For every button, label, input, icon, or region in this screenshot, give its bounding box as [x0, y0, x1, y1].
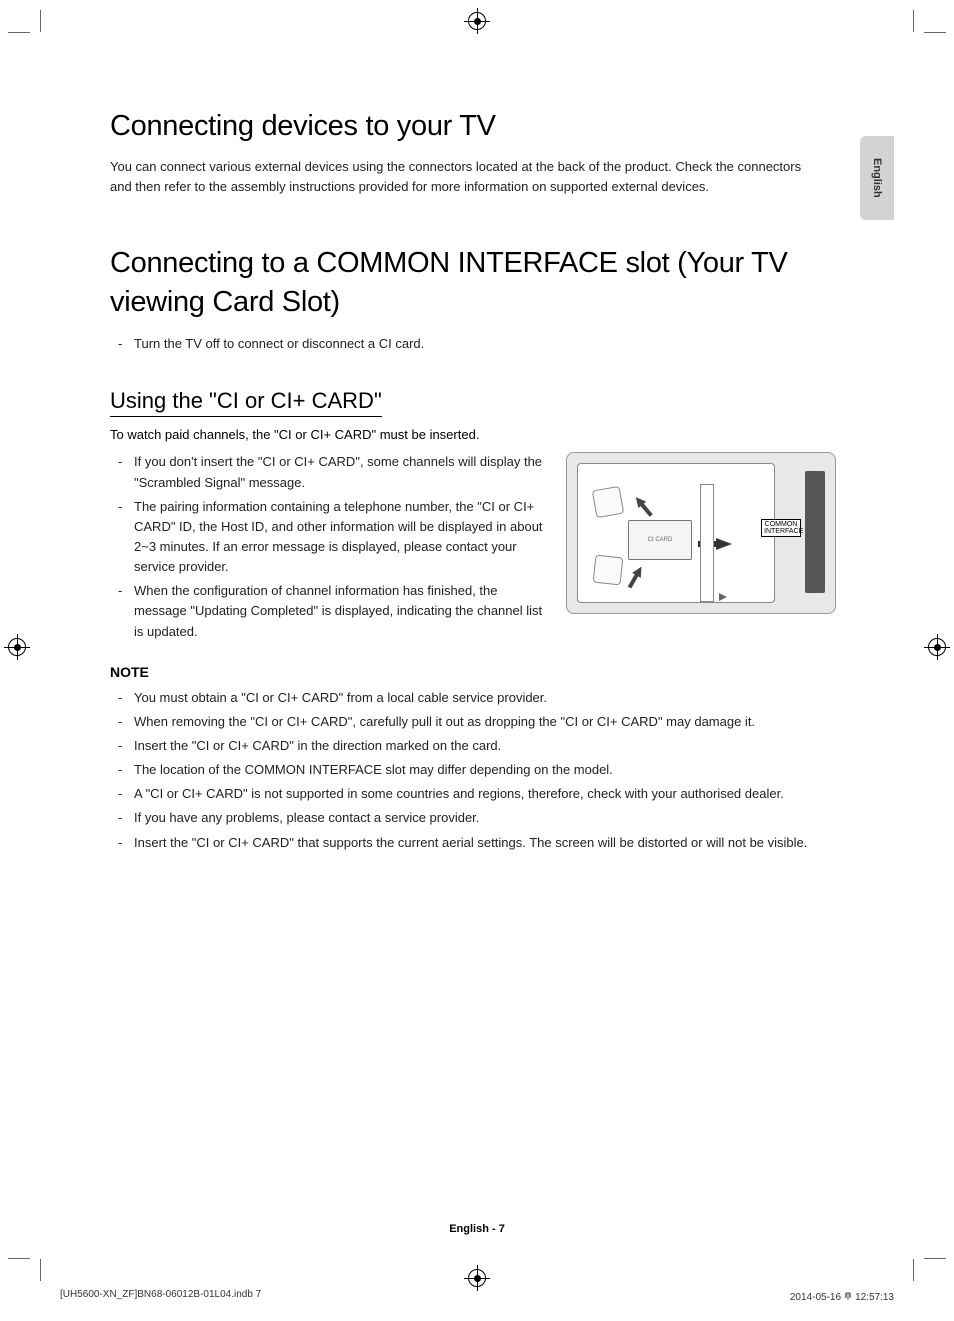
figure-panel: CI CARD	[577, 463, 775, 603]
list-item: If you have any problems, please contact…	[118, 808, 844, 828]
crop-mark	[8, 32, 30, 33]
print-timestamp: 2014-05-16 𐄷 12:57:13	[790, 1289, 894, 1303]
registration-mark-icon	[8, 638, 26, 656]
ci-usage-list: If you don't insert the "CI or CI+ CARD"…	[110, 452, 550, 641]
arrow-right-icon	[716, 538, 732, 550]
slot-graphic	[700, 484, 714, 602]
page-content: Connecting devices to your TV You can co…	[60, 60, 894, 1241]
crop-mark	[913, 1259, 914, 1281]
subheading-using-ci-card: Using the "CI or CI+ CARD"	[110, 388, 382, 417]
arrow-icon	[632, 565, 646, 579]
arrow-icon	[632, 494, 646, 508]
list-item: If you don't insert the "CI or CI+ CARD"…	[118, 452, 550, 492]
registration-mark-icon	[468, 1269, 486, 1287]
print-file-name: [UH5600-XN_ZF]BN68-06012B-01L04.indb 7	[60, 1289, 261, 1303]
list-item: You must obtain a "CI or CI+ CARD" from …	[118, 688, 844, 708]
list-item: Insert the "CI or CI+ CARD" in the direc…	[118, 736, 844, 756]
sub-intro-text: To watch paid channels, the "CI or CI+ C…	[110, 427, 844, 442]
registration-mark-icon	[468, 12, 486, 30]
registration-mark-icon	[928, 638, 946, 656]
arrow-right-icon	[719, 593, 727, 601]
list-item: Insert the "CI or CI+ CARD" that support…	[118, 833, 844, 853]
heading-connecting-devices: Connecting devices to your TV	[110, 110, 844, 143]
list-item: The location of the COMMON INTERFACE slo…	[118, 760, 844, 780]
page-number-footer: English - 7	[0, 1223, 954, 1235]
list-item: A "CI or CI+ CARD" is not supported in s…	[118, 784, 844, 804]
crop-mark	[913, 10, 914, 32]
crop-mark	[40, 10, 41, 32]
intro-paragraph: You can connect various external devices…	[110, 157, 810, 196]
ci-card-insertion-figure: CI CARD COMMON INTERFACE	[566, 452, 836, 614]
ci-card-graphic: CI CARD	[628, 520, 692, 560]
ci-card-label: CI CARD	[648, 537, 673, 543]
hand-icon	[592, 486, 624, 518]
heading-common-interface: Connecting to a COMMON INTERFACE slot (Y…	[110, 244, 840, 322]
list-item: When removing the "CI or CI+ CARD", care…	[118, 712, 844, 732]
note-heading: NOTE	[110, 664, 844, 680]
crop-mark	[924, 1258, 946, 1259]
list-item: The pairing information containing a tel…	[118, 497, 550, 578]
list-item: When the configuration of channel inform…	[118, 581, 550, 641]
hand-icon	[593, 555, 624, 586]
ci-precaution-list: Turn the TV off to connect or disconnect…	[110, 334, 844, 354]
print-footer: [UH5600-XN_ZF]BN68-06012B-01L04.indb 7 2…	[60, 1289, 894, 1303]
interface-slot-graphic	[805, 471, 825, 593]
crop-mark	[8, 1258, 30, 1259]
note-list: You must obtain a "CI or CI+ CARD" from …	[110, 688, 844, 853]
slot-label: COMMON INTERFACE	[761, 519, 801, 537]
list-item: Turn the TV off to connect or disconnect…	[118, 334, 844, 354]
crop-mark	[40, 1259, 41, 1281]
crop-mark	[924, 32, 946, 33]
